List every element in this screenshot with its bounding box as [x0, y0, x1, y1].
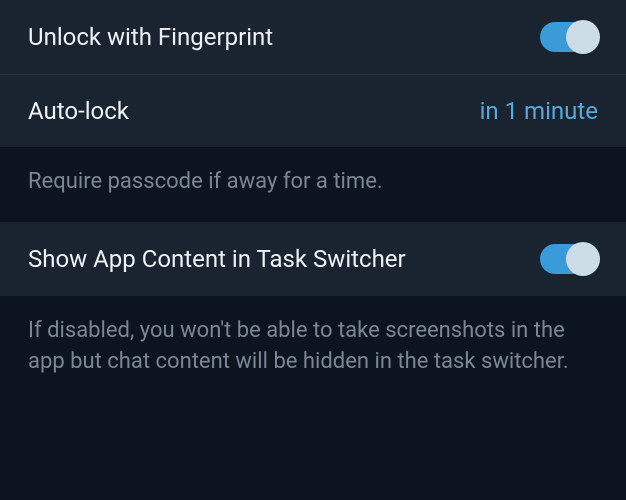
- task-switcher-label: Show App Content in Task Switcher: [28, 245, 406, 273]
- task-switcher-row[interactable]: Show App Content in Task Switcher: [0, 222, 626, 296]
- task-switcher-toggle[interactable]: [540, 244, 598, 274]
- autolock-description: Require passcode if away for a time.: [0, 147, 626, 222]
- unlock-fingerprint-label: Unlock with Fingerprint: [28, 23, 273, 51]
- autolock-value: in 1 minute: [480, 97, 598, 125]
- task-switcher-description: If disabled, you won't be able to take s…: [0, 296, 626, 402]
- unlock-fingerprint-row[interactable]: Unlock with Fingerprint: [0, 0, 626, 75]
- toggle-knob-icon: [566, 20, 600, 54]
- toggle-knob-icon: [566, 242, 600, 276]
- autolock-row[interactable]: Auto-lock in 1 minute: [0, 75, 626, 147]
- autolock-label: Auto-lock: [28, 97, 129, 125]
- unlock-fingerprint-toggle[interactable]: [540, 22, 598, 52]
